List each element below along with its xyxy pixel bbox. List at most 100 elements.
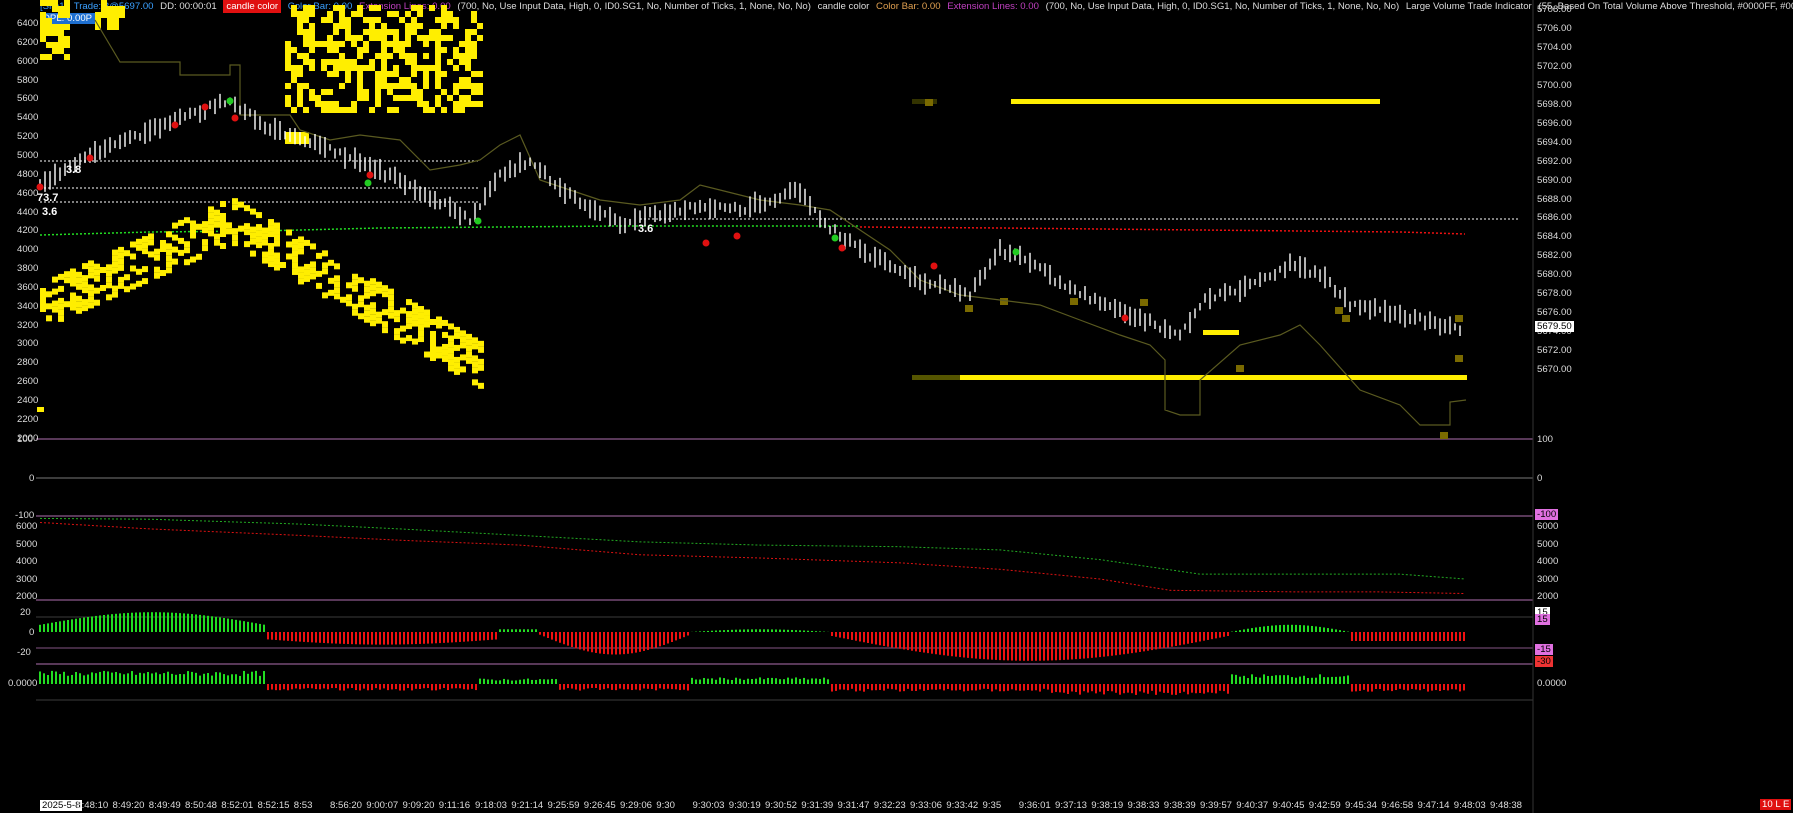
time-axis-label: 9:30:03 [692, 800, 725, 811]
pane3-scale-label: 3000 [16, 573, 38, 585]
time-axis-label: 9:18:03 [475, 800, 508, 811]
pane3-scale-label: 2000 [16, 591, 38, 603]
time-axis-label: 8:56:20 [330, 800, 363, 811]
volume-scale-label: 3800 [17, 263, 39, 275]
volume-scale-label: 4600 [17, 187, 39, 199]
pane3-lines [39, 517, 1466, 595]
pane5-label-right: 0.0000 [1537, 678, 1567, 689]
time-axis-label: 9:47:14 [1417, 800, 1450, 811]
pane2-label-100: 100 [17, 434, 34, 445]
pane3-scale-label: 2000 [1537, 591, 1559, 603]
pane4-box-2: 15 [1535, 614, 1550, 625]
price-scale-label: 5706.00 [1537, 22, 1572, 34]
volume-scale-label: 2800 [17, 357, 39, 369]
time-axis-label: 9:42:59 [1308, 800, 1341, 811]
time-axis-label: 9:33:06 [910, 800, 943, 811]
pane4-box-4: -30 [1535, 656, 1553, 667]
time-axis-label: 9:48:38 [1490, 800, 1523, 811]
time-axis-label: 9:25:59 [547, 800, 580, 811]
price-scale-label: 5690.00 [1537, 174, 1572, 186]
volume-scale-label: 4000 [17, 244, 39, 256]
annotation-1: 3.8 [66, 164, 82, 176]
price-scale-label: 5678.00 [1537, 288, 1572, 300]
pane3-scale-label: 3000 [1537, 573, 1559, 585]
time-axis-label: 9:38:33 [1127, 800, 1160, 811]
candles [36, 93, 1461, 341]
price-scale-label: 5692.00 [1537, 155, 1572, 167]
time-axis-label: 9:36:01 [1018, 800, 1051, 811]
time-axis-label: 9:37:13 [1055, 800, 1088, 811]
price-scale-label: 5700.00 [1537, 79, 1572, 91]
time-axis-label: 9:38:39 [1163, 800, 1196, 811]
price-scale-label: 5670.00 [1537, 364, 1572, 376]
volume-scale-label: 2400 [17, 395, 39, 406]
annotation-2: 73.7 [37, 192, 59, 204]
volume-scale-label: 5800 [17, 74, 39, 86]
volume-scale-label: 3000 [17, 338, 39, 350]
step-line [94, 19, 1467, 426]
price-scale-label: 5694.00 [1537, 136, 1572, 148]
time-axis-label: 9:11:16 [438, 800, 471, 811]
time-axis-label: 9:29:06 [620, 800, 653, 811]
pane3-scale-label: 5000 [16, 538, 38, 550]
volume-scale-label: 5400 [17, 112, 39, 124]
annotation-3: 3.6 [42, 206, 58, 218]
time-axis-label: 8:49:20 [112, 800, 145, 811]
time-axis-label: 9:46:58 [1381, 800, 1414, 811]
price-scale-label: 5688.00 [1537, 193, 1572, 205]
price-scale-label: 5708.00 [1537, 4, 1572, 15]
time-axis-label: 9:30:19 [728, 800, 761, 811]
time-axis-label: 9:21:14 [511, 800, 544, 811]
volume-scale-label: 5200 [17, 131, 39, 143]
volume-scale-label: 2600 [17, 376, 39, 388]
volume-scale-label: 5600 [17, 93, 39, 105]
volume-scale-label: 4800 [17, 168, 39, 180]
pane3-scale-label: 4000 [16, 556, 38, 568]
pane2-label-0: 0 [29, 473, 35, 484]
time-axis-label: 9:40:45 [1272, 800, 1305, 811]
pane4-histogram [39, 612, 1465, 661]
volume-scale-label: 3200 [17, 319, 39, 331]
time-axis-label: 8:50:48 [185, 800, 218, 811]
pane5-histogram [39, 670, 1465, 695]
time-axis-label: 9:30 [656, 800, 675, 811]
price-scale-label: 5680.00 [1537, 269, 1572, 281]
volume-scale-label: 6400 [17, 18, 39, 29]
pane4-box-3: -15 [1535, 644, 1553, 655]
pane4-label-20: 20 [20, 607, 31, 618]
price-scale-label: 5696.00 [1537, 117, 1572, 129]
time-axis-label: 9:09:20 [402, 800, 435, 811]
volume-scale-label: 6000 [17, 55, 39, 67]
price-scale-label: 5698.00 [1537, 98, 1572, 110]
time-axis-label: 8:48:10 [76, 800, 109, 811]
time-axis-label: 9:31:39 [801, 800, 834, 811]
chart-window: [Sim1] Trade: 3@5697.00 DD: 00:00:01 can… [0, 0, 1793, 813]
time-axis-label: 9:30:52 [765, 800, 798, 811]
pane2-right-0: 0 [1537, 473, 1543, 484]
volume-scale-label: 3400 [17, 300, 39, 312]
pane4-label-0: 0 [29, 627, 35, 638]
corner-badge: 10 L E [1760, 799, 1792, 810]
pane2-right-neg100: -100 [1535, 509, 1559, 520]
current-price-marker: 5679.50 [1535, 321, 1574, 332]
volume-scale-label: 2200 [17, 413, 39, 425]
price-scale-label: 5672.00 [1537, 345, 1572, 357]
pane2-right-100: 100 [1537, 434, 1554, 445]
volume-scale-label: 6200 [17, 36, 39, 48]
pane3-scale-label: 5000 [1537, 538, 1559, 550]
time-axis-label: 9:39:57 [1200, 800, 1233, 811]
price-scale-label: 5682.00 [1537, 250, 1572, 262]
time-axis-label: 9:26:45 [583, 800, 616, 811]
time-axis-label: 9:45:34 [1345, 800, 1378, 811]
time-axis-label: 8:49:49 [148, 800, 181, 811]
pane3-scale-label: 4000 [1537, 556, 1559, 568]
annotation-4: 3.6 [638, 223, 654, 235]
chart-graphics[interactable] [0, 0, 1793, 813]
volume-scale-label: 4400 [17, 206, 39, 218]
time-axis-label: 9:40:37 [1236, 800, 1269, 811]
price-scale-label: 5676.00 [1537, 307, 1572, 319]
price-scale-label: 5704.00 [1537, 41, 1572, 53]
time-axis-label: 9:00:07 [366, 800, 399, 811]
pane2-label-neg100: -100 [15, 510, 35, 521]
time-axis-label: 9:48:03 [1453, 800, 1486, 811]
